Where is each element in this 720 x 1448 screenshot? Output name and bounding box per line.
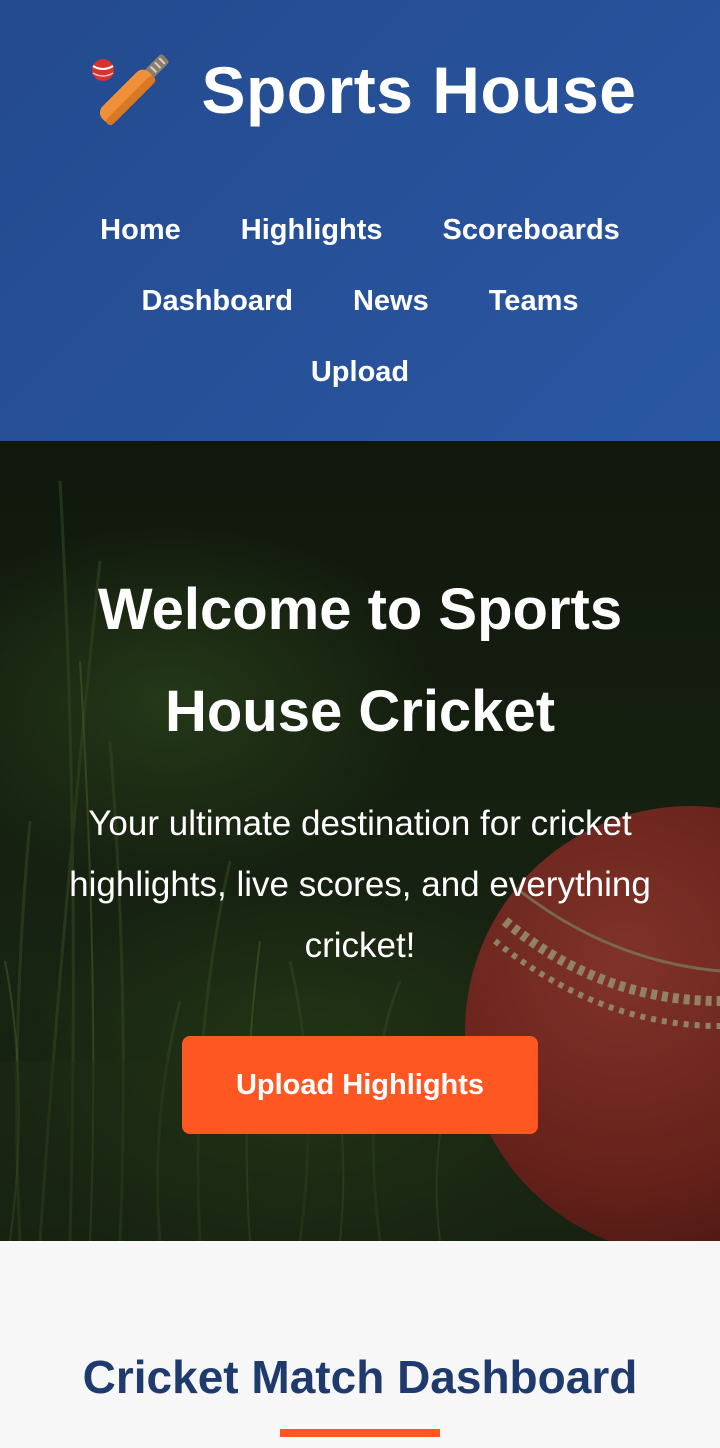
nav-teams[interactable]: Teams xyxy=(489,281,579,321)
nav-highlights[interactable]: Highlights xyxy=(241,210,383,250)
hero-subtitle: Your ultimate destination for cricket hi… xyxy=(69,804,651,965)
main-nav-row-3: Upload xyxy=(0,352,720,392)
nav-news[interactable]: News xyxy=(353,281,429,321)
brand-title: Sports House xyxy=(201,53,637,127)
hero-section: Welcome to Sports House Cricket Your ult… xyxy=(0,441,720,1241)
title-underline xyxy=(280,1429,440,1437)
hero-title: Welcome to Sports House Cricket xyxy=(97,577,623,744)
nav-dashboard[interactable]: Dashboard xyxy=(142,281,293,321)
nav-home[interactable]: Home xyxy=(100,210,181,250)
nav-upload[interactable]: Upload xyxy=(311,352,409,392)
cricket-bat-ball-icon xyxy=(92,54,169,126)
upload-highlights-button[interactable]: Upload Highlights xyxy=(182,1036,538,1134)
nav-scoreboards[interactable]: Scoreboards xyxy=(443,210,620,250)
main-nav-row-1: Home Highlights Scoreboards xyxy=(0,210,720,250)
main-nav-row-2: Dashboard News Teams xyxy=(0,281,720,321)
dashboard-title: Cricket Match Dashboard xyxy=(82,1351,638,1403)
brand[interactable]: Sports House xyxy=(0,42,720,138)
site-header: Sports House Home Highlights Scoreboards… xyxy=(0,0,720,441)
dashboard-section: Cricket Match Dashboard xyxy=(0,1241,720,1448)
